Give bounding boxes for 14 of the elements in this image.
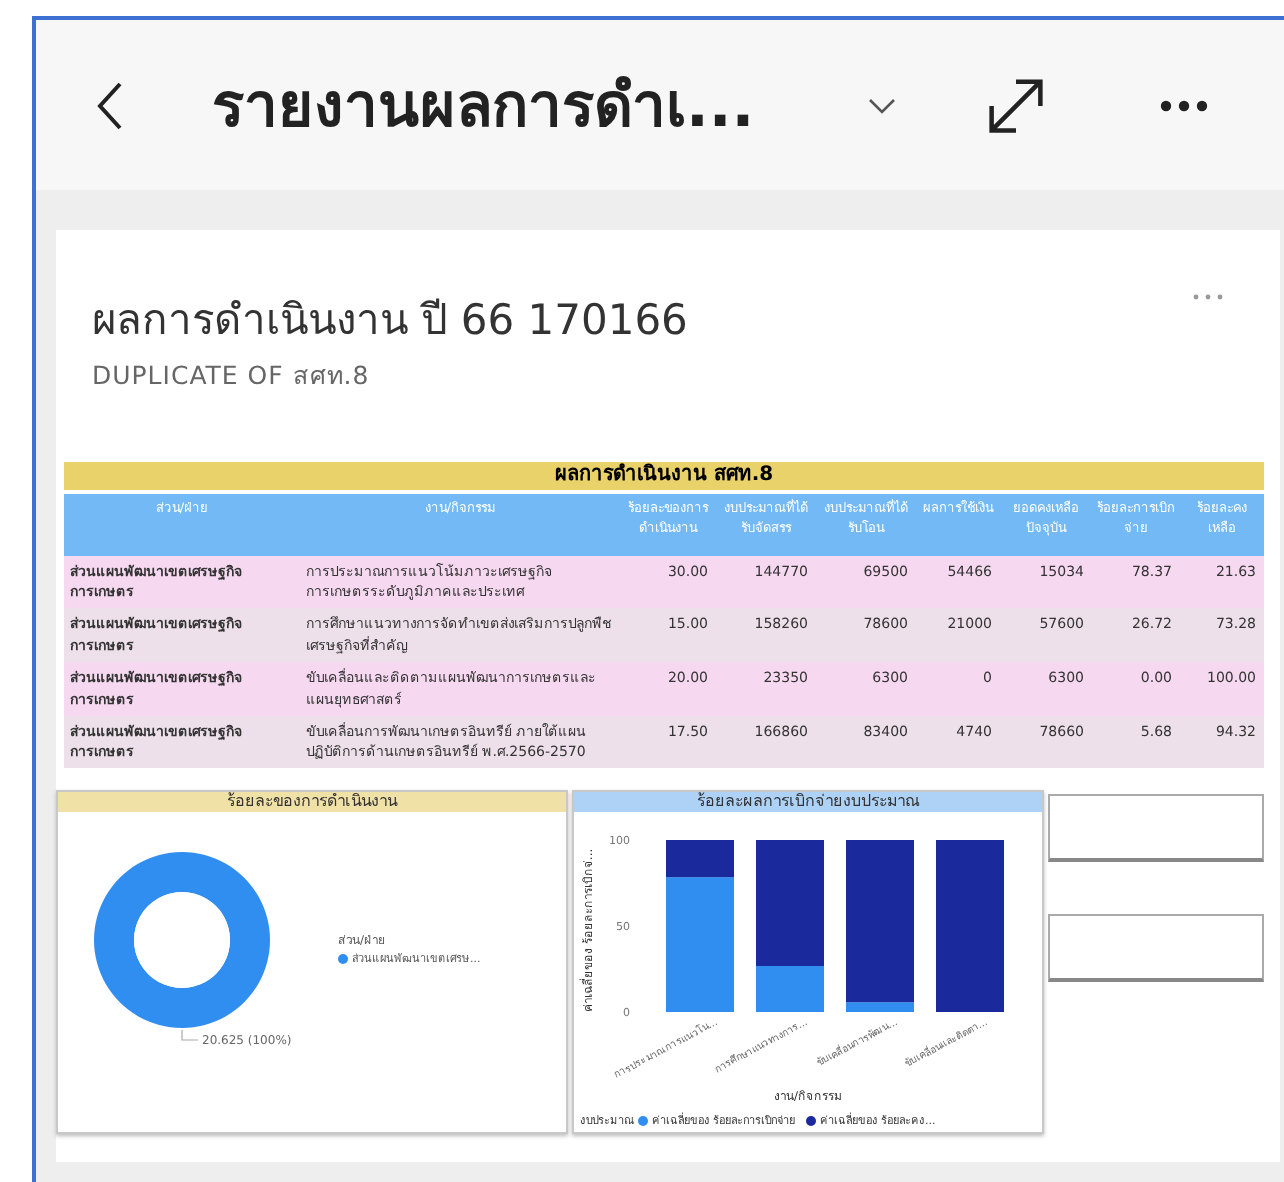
legend-dot: [638, 1115, 648, 1126]
legend-dot: [338, 953, 348, 964]
card-subtitle: DUPLICATE OF สศท.8: [92, 358, 372, 394]
legend-dot: [805, 1115, 816, 1126]
more-icon[interactable]: [1160, 99, 1208, 111]
table-title: ผลการดำเนินงาน สศท.8: [64, 462, 1264, 490]
chart-title: ร้อยละผลการเบิกจ่ายงบประมาณ: [574, 792, 1042, 813]
back-icon[interactable]: [96, 79, 124, 131]
chart-title: ร้อยละของการดำเนินงาน: [58, 792, 566, 813]
card-title: ผลการดำเนินงาน ปี 66 170166: [92, 294, 688, 348]
leader-line: [181, 1029, 199, 1042]
report-title: รายงานผลการดำเ...: [212, 70, 757, 146]
expand-icon[interactable]: [986, 75, 1046, 135]
chevron-down-icon[interactable]: [868, 97, 896, 113]
